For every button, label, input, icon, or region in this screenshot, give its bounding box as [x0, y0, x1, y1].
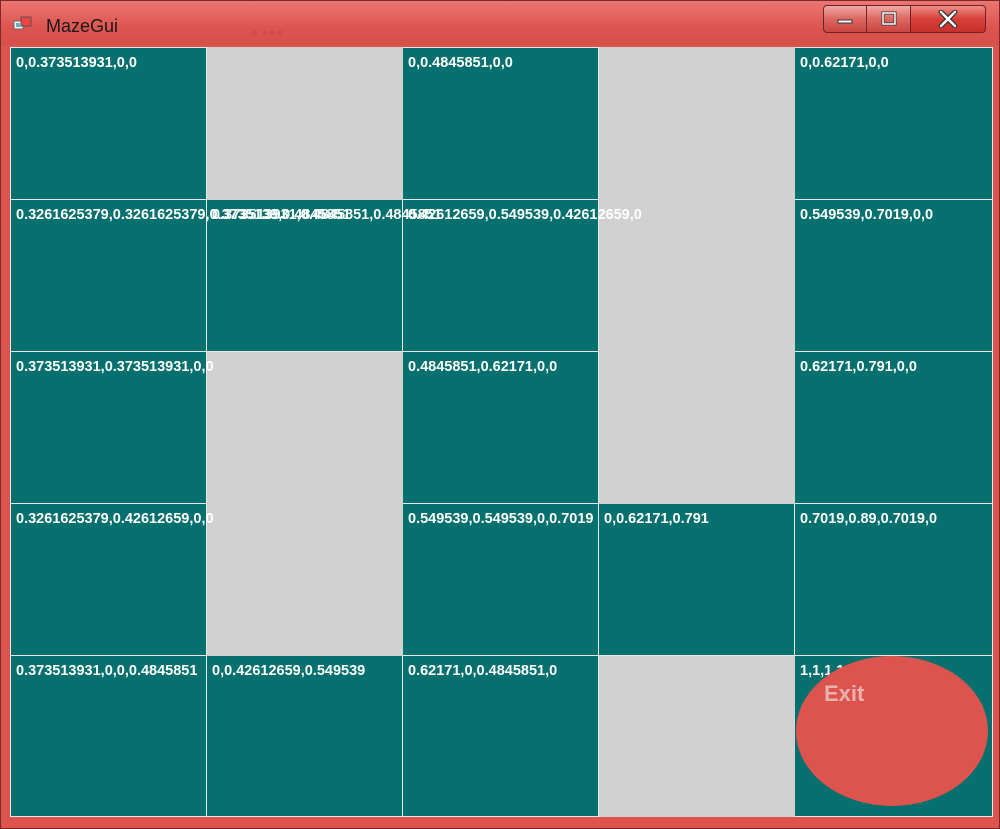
maze-tile-0-4: 0,0.62171,0,0: [794, 47, 993, 200]
tile-value-label: 0.62171,0.791,0,0: [800, 359, 917, 375]
maze-tile-2-2: 0.4845851,0.62171,0,0: [402, 351, 599, 504]
tile-value-label: 0.42612659,0.549539,0.42612659,0: [408, 207, 642, 223]
minimize-icon: [837, 19, 853, 24]
minimize-button[interactable]: [823, 5, 867, 33]
maze-tile-3-4: 0.7019,0.89,0.7019,0: [794, 503, 993, 656]
tile-value-label: 0.373513931,0,0,0.4845851: [16, 663, 198, 679]
maze-tile-0-0: 0,0.373513931,0,0: [10, 47, 207, 200]
tile-value-label: 0,0.42612659,0.549539: [212, 663, 366, 679]
maximize-button[interactable]: [867, 5, 911, 33]
exit-label: Exit: [824, 681, 865, 706]
maze-tile-2-4: 0.62171,0.791,0,0: [794, 351, 993, 504]
maze-gap-2-1: [206, 351, 403, 504]
window-title: MazeGui: [46, 16, 119, 36]
maze-tile-3-0: 0.3261625379,0.42612659,0,0: [10, 503, 214, 656]
maze-gap-3-1: [206, 503, 403, 656]
app-icon: [13, 16, 32, 30]
title-bar-blurred-text: ● ●●●: [251, 25, 284, 39]
maze-tile-4-1: 0,0.42612659,0.549539: [206, 655, 403, 817]
tile-value-label: 0.4845851,0.62171,0,0: [408, 359, 558, 375]
tile-value-label: 0.3261625379,0.42612659,0,0: [16, 511, 214, 527]
maze-tile-4-2: 0.62171,0,0.4845851,0: [402, 655, 599, 817]
exit-button[interactable]: Exit: [796, 656, 988, 806]
maze-window: MazeGui ● ●●● 1,1,1,1 0.62171,0,0.484585…: [0, 0, 1000, 829]
maze-tile-1-4: 0.549539,0.7019,0,0: [794, 199, 993, 352]
maze-tile-1-0: 0.3261625379,0.3261625379,0.3735139,0.48…: [10, 199, 351, 352]
tile-value-label: 0.549539,0.549539,0,0.7019: [408, 511, 594, 527]
close-icon: [938, 10, 958, 28]
maze-tile-3-2: 0.549539,0.549539,0,0.7019: [402, 503, 599, 656]
close-button[interactable]: [911, 5, 986, 33]
tile-value-label: 0,0.373513931,0,0: [16, 55, 137, 71]
maze-grid: 1,1,1,1 0.62171,0,0.4845851,0 0,0.42612659…: [10, 47, 993, 817]
title-bar[interactable]: MazeGui ● ●●●: [1, 1, 999, 45]
tile-value-label: 0.373513931,0.373513931,0,0: [16, 359, 214, 375]
maximize-icon: [881, 11, 896, 26]
maze-gap-2-3: [598, 351, 795, 504]
tile-value-label: 0.3261625379,0.3261625379,0.3735139,0.48…: [16, 207, 351, 223]
maze-tile-0-2: 0,0.4845851,0,0: [402, 47, 599, 200]
tile-value-label: 0,0.62171,0.791: [604, 511, 709, 527]
tile-value-label: 0.549539,0.7019,0,0: [800, 207, 934, 223]
tile-value-label: 0.7019,0.89,0.7019,0: [800, 511, 938, 527]
tile-value-label: 0,0.4845851,0,0: [408, 55, 513, 71]
maze-tile-2-0: 0.373513931,0.373513931,0,0: [10, 351, 214, 504]
maze-gap-4-3: [598, 655, 795, 817]
maze-tile-4-0: 0.373513931,0,0,0.4845851: [10, 655, 207, 817]
maze-gap-0-1: [206, 47, 403, 200]
maze-gap-0-3: [598, 47, 795, 200]
window-controls: [823, 5, 986, 35]
tile-value-label: 0,0.62171,0,0: [800, 55, 889, 71]
maze-tile-3-3: 0,0.62171,0.791: [598, 503, 795, 656]
tile-value-label: 0.62171,0,0.4845851,0: [408, 663, 558, 679]
